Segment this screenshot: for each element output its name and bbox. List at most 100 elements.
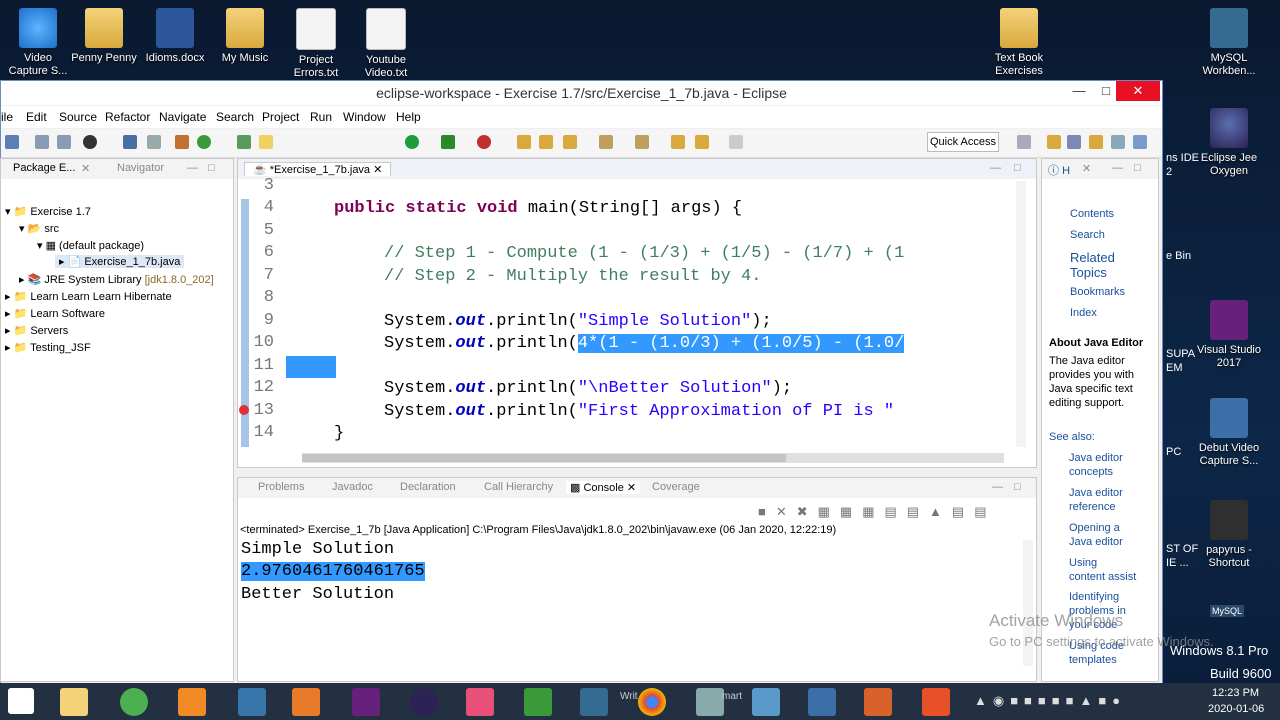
menu-search[interactable]: Search [216,110,254,124]
tab-console[interactable]: ▩ Console ✕ [566,481,641,494]
help-link[interactable]: Java editor concepts [1069,451,1123,479]
last-edit-icon[interactable] [671,135,685,149]
code-line-12[interactable]: System.out.println("\nBetter Solution"); [384,378,792,401]
horizontal-scrollbar[interactable] [302,453,1004,463]
tree-item-default-package[interactable]: ▾ ▦ (default package) [37,239,144,252]
desktop-icon-debut-video[interactable]: Debut Video Capture S... [1191,398,1267,468]
app-icon[interactable] [696,688,724,716]
minimize-view-icon[interactable]: — [1112,162,1123,174]
app-icon[interactable] [922,688,950,716]
minimize-view-icon[interactable]: — [992,481,1003,493]
desktop-icon-text-book[interactable]: Text Book Exercises [981,8,1057,78]
tree-item-testing-jsf[interactable]: ▸ 📁 Testing_JSF [5,341,91,354]
desktop-icon-mysql-workbench[interactable]: MySQL Workben... [1191,8,1267,78]
tree-item-learn-software[interactable]: ▸ 📁 Learn Software [5,307,105,320]
tree-item-exercise[interactable]: ▾ 📁 Exercise 1.7 [5,205,91,218]
tab-problems[interactable]: Problems [258,481,304,493]
tab-call-hierarchy[interactable]: Call Hierarchy [484,481,553,493]
tree-item-src[interactable]: ▾ 📂 src [19,222,59,235]
javaee-icon[interactable] [864,688,892,716]
build-icon[interactable] [175,135,189,149]
prev-edit-icon[interactable] [635,135,649,149]
clock-date[interactable]: 2020-01-06 [1208,703,1264,715]
virtualbox-icon[interactable] [752,688,780,716]
desktop-icon-project-errors[interactable]: Project Errors.txt [278,8,354,80]
menu-help[interactable]: Help [396,110,421,124]
help-link[interactable]: Using content assist [1069,556,1136,584]
perspective-git-icon[interactable] [1133,135,1147,149]
perspective-team-icon[interactable] [1111,135,1125,149]
open-task-icon[interactable] [539,135,553,149]
menu-refactor[interactable]: Refactor [105,110,150,124]
tab-declaration[interactable]: Declaration [400,481,456,493]
tab-navigator[interactable]: Navigator [117,162,164,174]
menu-window[interactable]: Window [343,110,386,124]
code-line-4[interactable]: public static void main(String[] args) { [334,198,742,221]
code-line-14[interactable]: } [334,423,344,446]
save-icon[interactable] [35,135,49,149]
help-link[interactable]: Opening a Java editor [1069,521,1123,549]
desktop-icon-eclipse-jee[interactable]: Eclipse Jee Oxygen [1191,108,1267,178]
vlc-icon[interactable] [178,688,206,716]
tree-item-java-file[interactable]: ▸ 📄 Exercise_1_7b.java [55,255,185,268]
minimize-view-icon[interactable]: — [990,162,1001,174]
menu-run[interactable]: Run [310,110,332,124]
debut-icon[interactable] [808,688,836,716]
desktop-icon-my-music[interactable]: My Music [207,8,283,65]
close-icon[interactable]: ✕ [81,162,90,175]
help-link[interactable]: Java editor reference [1069,486,1123,514]
python-icon[interactable] [238,688,266,716]
next-annotation-icon[interactable] [237,135,251,149]
help-link-contents[interactable]: Contents [1070,208,1114,220]
search-icon[interactable] [563,135,577,149]
system-tray-icons[interactable]: ▲◉■■■■■▲■● [974,693,1126,709]
help-link-index[interactable]: Index [1070,307,1097,319]
maximize-view-icon[interactable]: □ [208,162,215,174]
close-icon[interactable]: ✕ [1082,162,1091,175]
scrollbar-thumb[interactable] [302,454,786,462]
menu-file[interactable]: ile [1,110,13,124]
tree-item-servers[interactable]: ▸ 📁 Servers [5,324,68,337]
perspective-javaee-icon[interactable] [1047,135,1061,149]
tree-item-hibernate[interactable]: ▸ 📁 Learn Learn Learn Hibernate [5,290,172,303]
code-line-6[interactable]: // Step 1 - Compute (1 - (1/3) + (1/5) -… [384,243,904,266]
open-type-icon[interactable] [517,135,531,149]
code-line-7[interactable]: // Step 2 - Multiply the result by 4. [384,266,761,289]
clock-time[interactable]: 12:23 PM [1212,687,1259,699]
maximize-view-icon[interactable]: □ [1014,162,1021,174]
desktop-icon-video-capture[interactable]: Video Capture S... [0,8,76,78]
media-icon[interactable] [292,688,320,716]
error-marker-icon[interactable] [239,405,249,415]
menu-navigate[interactable]: Navigate [159,110,206,124]
code-line-10[interactable]: System.out.println(4*(1 - (1.0/3) + (1.0… [384,333,905,356]
mysql-icon[interactable] [580,688,608,716]
tab-package-explorer[interactable]: Package E... [13,162,75,174]
save-all-icon[interactable] [57,135,71,149]
next-edit-icon[interactable] [599,135,613,149]
terminal-icon[interactable] [123,135,137,149]
maximize-view-icon[interactable]: □ [1014,481,1021,493]
tree-item-jre[interactable]: ▸ 📚 JRE System Library [jdk1.8.0_202] [19,273,214,286]
external-tools-icon[interactable] [477,135,491,149]
menu-edit[interactable]: Edit [26,110,47,124]
help-link-bookmarks[interactable]: Bookmarks [1070,286,1125,298]
file-explorer-icon[interactable] [60,688,88,716]
open-perspective-icon[interactable] [1017,135,1031,149]
back-icon[interactable] [695,135,709,149]
desktop-icon-youtube-video[interactable]: Youtube Video.txt [348,8,424,80]
chrome-icon[interactable] [638,688,666,716]
perspective-debug-icon[interactable] [1089,135,1103,149]
tab-coverage[interactable]: Coverage [652,481,700,493]
toggle-icon[interactable] [147,135,161,149]
help-link-search[interactable]: Search [1070,229,1105,241]
forward-icon[interactable] [729,135,743,149]
app-icon[interactable] [120,688,148,716]
eclipse-icon[interactable] [410,688,438,716]
tab-editor-file[interactable]: ☕ *Exercise_1_7b.java ✕ [244,162,392,176]
maximize-view-icon[interactable]: □ [1134,162,1141,174]
start-icon[interactable] [8,688,34,714]
menu-project[interactable]: Project [262,110,299,124]
desktop-icon-visual-studio[interactable]: Visual Studio 2017 [1191,300,1267,370]
excel-icon[interactable] [524,688,552,716]
code-line-13[interactable]: System.out.println("First Approximation … [384,401,894,424]
